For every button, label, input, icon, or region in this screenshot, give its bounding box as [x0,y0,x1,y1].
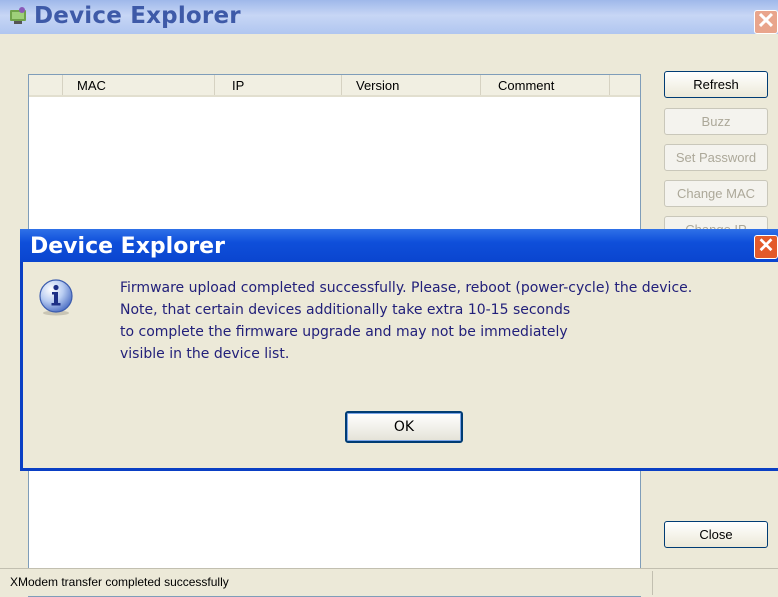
dialog-title: Device Explorer [30,234,225,259]
buzz-button[interactable]: Buzz [664,108,768,135]
column-header-mac[interactable]: MAC [63,75,215,95]
dialog-title-bar[interactable]: Device Explorer ✕ [20,229,778,262]
change-mac-button[interactable]: Change MAC [664,180,768,207]
info-icon [39,279,73,316]
column-header-blank[interactable] [29,75,63,95]
column-header-ip[interactable]: IP [215,75,342,95]
status-bar: XModem transfer completed successfully [0,568,778,596]
message-dialog: Device Explorer ✕ Firmware upload comple… [20,229,778,471]
app-icon [10,7,26,24]
main-close-button[interactable]: ✕ [754,10,778,34]
main-title-bar[interactable]: Device Explorer ✕ [0,0,778,34]
set-password-button[interactable]: Set Password [664,144,768,171]
dialog-body: Firmware upload completed successfully. … [23,262,778,468]
column-header-version[interactable]: Version [342,75,481,95]
status-separator [652,571,653,595]
close-button[interactable]: Close [664,521,768,548]
device-list-header: MAC IP Version Comment [29,75,640,97]
refresh-button[interactable]: Refresh [664,71,768,98]
dialog-close-button[interactable]: ✕ [754,235,778,259]
dialog-message: Firmware upload completed successfully. … [120,280,693,362]
close-icon: ✕ [757,235,775,257]
column-header-comment[interactable]: Comment [481,75,610,95]
window-title: Device Explorer [34,3,241,29]
ok-button[interactable]: OK [345,411,463,443]
close-icon: ✕ [756,10,776,33]
status-text: XModem transfer completed successfully [10,575,229,589]
